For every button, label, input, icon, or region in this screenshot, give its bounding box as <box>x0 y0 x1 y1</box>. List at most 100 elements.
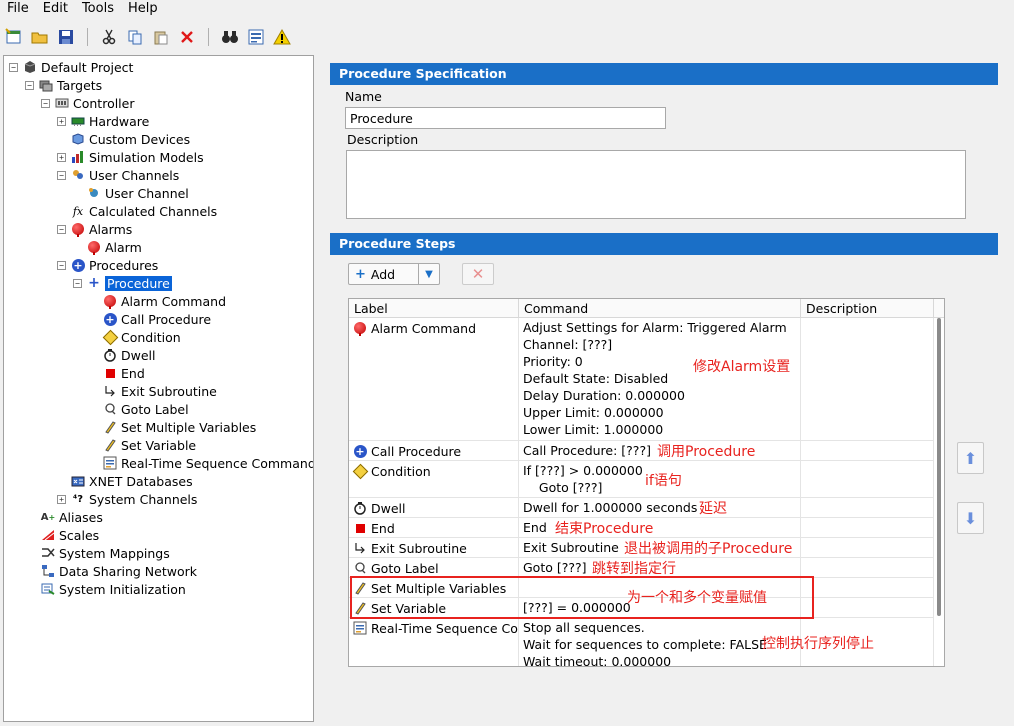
collapse-icon[interactable]: − <box>25 80 34 90</box>
tree-item-system-mappings[interactable]: System Mappings <box>41 544 170 562</box>
row-label: End <box>371 521 395 536</box>
tree-item-aliases[interactable]: A + Aliases <box>41 508 103 526</box>
pencil-icon <box>103 420 117 434</box>
tree-label: Dwell <box>121 347 156 363</box>
tree-item-exit-subroutine[interactable]: Exit Subroutine <box>103 382 217 400</box>
collapse-icon[interactable]: − <box>41 98 50 108</box>
procedure-plus-icon: + <box>88 275 100 291</box>
collapse-icon[interactable]: − <box>73 278 82 288</box>
menu-tools[interactable]: Tools <box>75 0 121 18</box>
tree-label: Goto Label <box>121 401 189 417</box>
tree-item-procedure[interactable]: − + Procedure <box>73 274 172 292</box>
tree-item-alarm[interactable]: Alarm <box>87 238 142 256</box>
tree-item-procedures[interactable]: − + Procedures <box>57 256 158 274</box>
tree-item-hardware[interactable]: + Hardware <box>57 112 149 130</box>
tree-item-simulation-models[interactable]: + Simulation Models <box>57 148 204 166</box>
tree-item-goto-label[interactable]: Goto Label <box>103 400 189 418</box>
column-header-command[interactable]: Command <box>519 299 801 318</box>
save-icon[interactable] <box>55 26 77 48</box>
move-down-button[interactable]: ⬇ <box>957 502 984 534</box>
column-header-label[interactable]: Label <box>349 299 519 318</box>
delete-step-button[interactable]: ✕ <box>462 263 494 285</box>
warning-icon[interactable] <box>271 26 293 48</box>
procedure-steps-header: Procedure Steps <box>330 233 998 255</box>
open-folder-icon[interactable] <box>29 26 51 48</box>
move-up-button[interactable]: ⬆ <box>957 442 984 474</box>
sequence-icon <box>103 456 117 470</box>
return-arrow-icon <box>353 541 367 555</box>
tree-item-dwell[interactable]: Dwell <box>103 346 156 364</box>
grid-scrollbar[interactable] <box>934 318 944 666</box>
simulation-models-icon <box>71 150 85 164</box>
table-row[interactable]: Condition If [???] > 0.000000 Goto [???] <box>349 461 934 498</box>
stop-icon <box>353 521 367 535</box>
tree-item-custom-devices[interactable]: Custom Devices <box>71 130 190 148</box>
column-header-description[interactable]: Description <box>801 299 934 318</box>
project-tree[interactable]: − Default Project − Targets − Controller… <box>3 55 314 722</box>
tree-item-condition[interactable]: Condition <box>102 328 181 346</box>
chevron-down-icon[interactable]: ▼ <box>419 269 439 280</box>
tree-item-scales[interactable]: Scales <box>41 526 99 544</box>
collapse-icon[interactable]: − <box>57 170 66 180</box>
tree-label: System Channels <box>89 491 198 507</box>
delete-icon[interactable] <box>176 26 198 48</box>
tree-item-system-initialization[interactable]: System Initialization <box>41 580 186 598</box>
row-command-cell: Dwell for 1.000000 seconds <box>519 498 801 517</box>
collapse-icon[interactable]: − <box>57 260 66 270</box>
expand-icon[interactable]: + <box>57 494 66 504</box>
tree-item-set-multiple-variables[interactable]: Set Multiple Variables <box>103 418 256 436</box>
table-row[interactable]: Alarm Command Adjust Settings for Alarm:… <box>349 318 934 441</box>
tree-item-alarms[interactable]: − Alarms <box>57 220 132 238</box>
tree-label: Hardware <box>89 113 150 129</box>
row-description-cell <box>801 461 934 497</box>
command-line: Wait timeout: 0.000000 <box>523 654 672 667</box>
tree-item-user-channel[interactable]: User Channel <box>87 184 189 202</box>
expand-icon[interactable]: + <box>57 116 66 126</box>
tree-label: User Channels <box>89 167 180 183</box>
tree-item-controller[interactable]: − Controller <box>41 94 135 112</box>
name-input[interactable]: Procedure <box>345 107 666 129</box>
tree-item-targets[interactable]: − Targets <box>25 76 102 94</box>
tree-item-alarm-command[interactable]: Alarm Command <box>103 292 226 310</box>
scrollbar-thumb[interactable] <box>937 318 941 616</box>
tree-item-system-channels[interactable]: + ⁴? System Channels <box>57 490 197 508</box>
pencil-icon <box>103 438 117 452</box>
paste-icon[interactable] <box>150 26 172 48</box>
new-project-icon[interactable] <box>3 26 25 48</box>
tree-item-user-channels[interactable]: − User Channels <box>57 166 179 184</box>
tree-item-project[interactable]: − Default Project <box>9 58 133 76</box>
aliases-icon: A + <box>40 511 56 523</box>
cut-icon[interactable] <box>98 26 120 48</box>
copy-icon[interactable] <box>124 26 146 48</box>
add-step-button[interactable]: + Add ▼ <box>348 263 440 285</box>
tree-item-set-variable[interactable]: Set Variable <box>103 436 196 454</box>
menu-help[interactable]: Help <box>121 0 165 18</box>
find-icon[interactable] <box>219 26 241 48</box>
table-row[interactable]: + Call Procedure Call Procedure: [???] <box>349 441 934 461</box>
close-icon: ✕ <box>471 265 485 283</box>
menu-edit[interactable]: Edit <box>36 0 75 18</box>
tree-item-calculated-channels[interactable]: fx Calculated Channels <box>71 202 217 220</box>
menu-file[interactable]: File <box>0 0 36 18</box>
properties-pane: Procedure Specification Name Procedure D… <box>316 55 1014 726</box>
collapse-icon[interactable]: − <box>9 62 18 72</box>
tree-item-xnet-databases[interactable]: XNET Databases <box>71 472 193 490</box>
collapse-icon[interactable]: − <box>57 224 66 234</box>
row-label: Alarm Command <box>371 321 476 336</box>
procedure-specification-header: Procedure Specification <box>330 63 998 85</box>
tree-item-real-time-sequence-command[interactable]: Real-Time Sequence Command <box>103 454 313 472</box>
tree-item-call-procedure[interactable]: + Call Procedure <box>103 310 211 328</box>
command-line: Lower Limit: 1.000000 <box>523 422 664 437</box>
tree-item-data-sharing-network[interactable]: Data Sharing Network <box>41 562 197 580</box>
description-input[interactable] <box>346 150 966 219</box>
stopwatch-icon <box>353 501 367 515</box>
add-main[interactable]: + Add <box>349 264 419 284</box>
expand-icon[interactable]: + <box>57 152 66 162</box>
tree-label: End <box>121 365 145 381</box>
tree-item-end[interactable]: End <box>103 364 145 382</box>
system-channels-icon: ⁴? <box>72 493 84 505</box>
properties-icon[interactable] <box>245 26 267 48</box>
custom-devices-icon <box>71 132 85 146</box>
table-row[interactable]: Dwell Dwell for 1.000000 seconds <box>349 498 934 518</box>
tree-label: Alarms <box>89 221 133 237</box>
